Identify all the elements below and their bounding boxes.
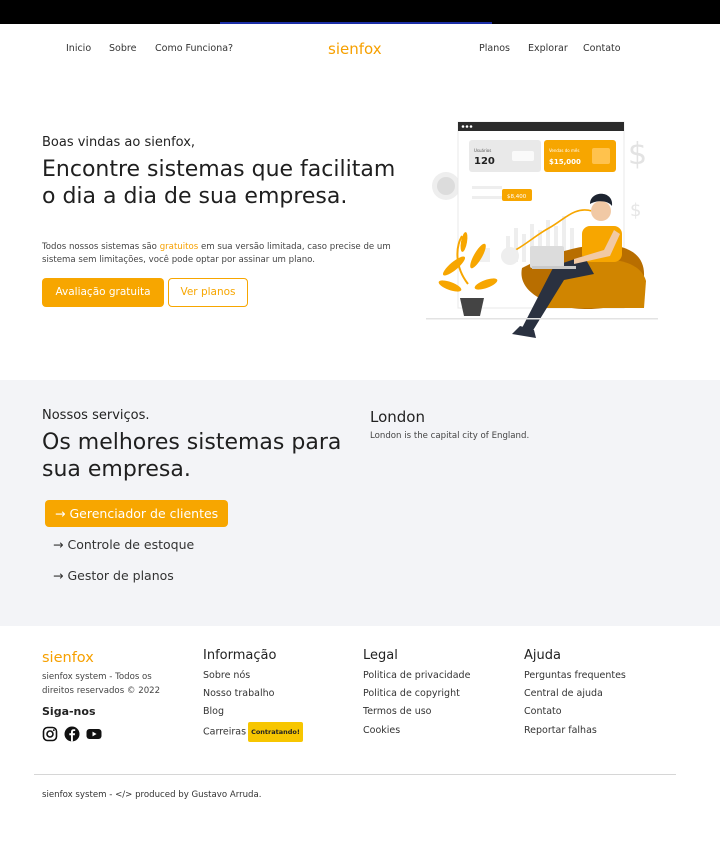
browser-top-bar [0, 0, 720, 24]
hero-desc-highlight: gratuitos [159, 242, 199, 252]
stat-card-users-label: Usuários [474, 148, 491, 153]
arrow-right-icon: → [53, 568, 64, 583]
brand-logo[interactable]: sienfox [328, 40, 382, 58]
dollar-small-icon: $ [630, 200, 641, 221]
plant-pot [460, 298, 484, 316]
footer-link-carreiras[interactable]: Carreiras Contratando! [203, 721, 303, 742]
footer-column-legal: Legal Politica de privacidade Politica d… [363, 648, 470, 740]
hero-section: Boas vindas ao sienfox, Encontre sistema… [0, 78, 720, 380]
nav-link-planos[interactable]: Planos [479, 43, 510, 54]
footer-link-termos[interactable]: Termos de uso [363, 703, 470, 721]
arrow-right-icon: → [53, 537, 64, 552]
footer-brand-logo[interactable]: sienfox [42, 650, 94, 666]
service-tab-planos[interactable]: → Gestor de planos [53, 562, 174, 589]
footer-divider [34, 774, 676, 775]
facebook-icon[interactable] [64, 726, 80, 742]
service-tab-label: Gerenciador de clientes [69, 506, 219, 521]
footer-link-nosso-trabalho[interactable]: Nosso trabalho [203, 685, 303, 703]
person-head [591, 201, 611, 221]
nav-link-sobre[interactable]: Sobre [109, 43, 136, 54]
nav-link-explorar[interactable]: Explorar [528, 43, 568, 54]
footer-link-central-ajuda[interactable]: Central de ajuda [524, 685, 626, 703]
service-tab-clientes[interactable]: → Gerenciador de clientes [45, 500, 229, 527]
footer-column-title: Informação [203, 648, 277, 663]
instagram-icon[interactable] [42, 726, 58, 742]
free-trial-button[interactable]: Avaliação gratuita [42, 278, 164, 307]
hero-illustration: $ $ Usuários 120 Vendas do mês $15,000 $… [426, 121, 658, 338]
footer-link-carreiras-label: Carreiras [203, 726, 247, 738]
dollar-icon: $ [628, 137, 647, 172]
services-section: Nossos serviços. Os melhores sistemas pa… [0, 380, 720, 626]
footer-link-privacidade[interactable]: Politica de privacidade [363, 667, 470, 685]
footer-link-cookies[interactable]: Cookies [363, 722, 470, 740]
hero-headline: Encontre sistemas que facilitam o dia a … [42, 157, 396, 209]
stat-card-sales-value: $15,000 [549, 158, 581, 166]
services-label: Nossos serviços. [42, 408, 150, 423]
footer-link-copyright[interactable]: Politica de copyright [363, 685, 470, 703]
view-plans-button[interactable]: Ver planos [168, 278, 248, 307]
laptop-icon [530, 246, 564, 268]
social-links [42, 726, 102, 742]
hero-description: Todos nossos sistemas são gratuitos em s… [42, 241, 412, 267]
footer-rights: sienfox system - Todos os direitos reser… [42, 672, 161, 696]
chart-tag-value: $8,400 [507, 194, 527, 200]
nav-link-inicio[interactable]: Inicio [66, 43, 91, 54]
service-detail-title: London [370, 408, 425, 426]
nav-link-contato[interactable]: Contato [583, 43, 621, 54]
footer-credit: sienfox system - </> produced by Gustavo… [42, 790, 262, 800]
service-tab-label: Gestor de planos [67, 568, 174, 583]
footer-column-ajuda: Ajuda Perguntas frequentes Central de aj… [524, 648, 626, 740]
footer-link-reportar[interactable]: Reportar falhas [524, 722, 626, 740]
hero-desc-before: Todos nossos sistemas são [42, 242, 160, 252]
footer-link-faq[interactable]: Perguntas frequentes [524, 667, 626, 685]
hero-welcome: Boas vindas ao sienfox, [42, 135, 196, 150]
footer-link-blog[interactable]: Blog [203, 703, 303, 721]
youtube-icon[interactable] [86, 726, 102, 742]
service-tab-label: Controle de estoque [67, 537, 195, 552]
footer-column-title: Legal [363, 648, 398, 663]
footer-link-sobre-nos[interactable]: Sobre nós [203, 667, 303, 685]
footer-follow-label: Siga-nos [42, 705, 96, 718]
service-tab-estoque[interactable]: → Controle de estoque [53, 531, 194, 558]
site-header: Inicio Sobre Como Funciona? sienfox Plan… [0, 24, 720, 78]
footer-link-contato[interactable]: Contato [524, 703, 626, 721]
stat-card-users-value: 120 [474, 156, 495, 167]
hiring-badge: Contratando! [248, 721, 303, 742]
arrow-right-icon: → [55, 506, 66, 521]
footer-column-informacao: Informação Sobre nós Nosso trabalho Blog… [203, 648, 303, 742]
service-detail-text: London is the capital city of England. [370, 431, 530, 441]
services-title: Os melhores sistemas para sua empresa. [42, 430, 342, 482]
stat-card-sales-label: Vendas do mês [549, 148, 579, 153]
site-footer: sienfox sienfox system - Todos os direit… [0, 626, 720, 863]
footer-column-title: Ajuda [524, 648, 561, 663]
nav-link-como-funciona[interactable]: Como Funciona? [155, 43, 233, 54]
